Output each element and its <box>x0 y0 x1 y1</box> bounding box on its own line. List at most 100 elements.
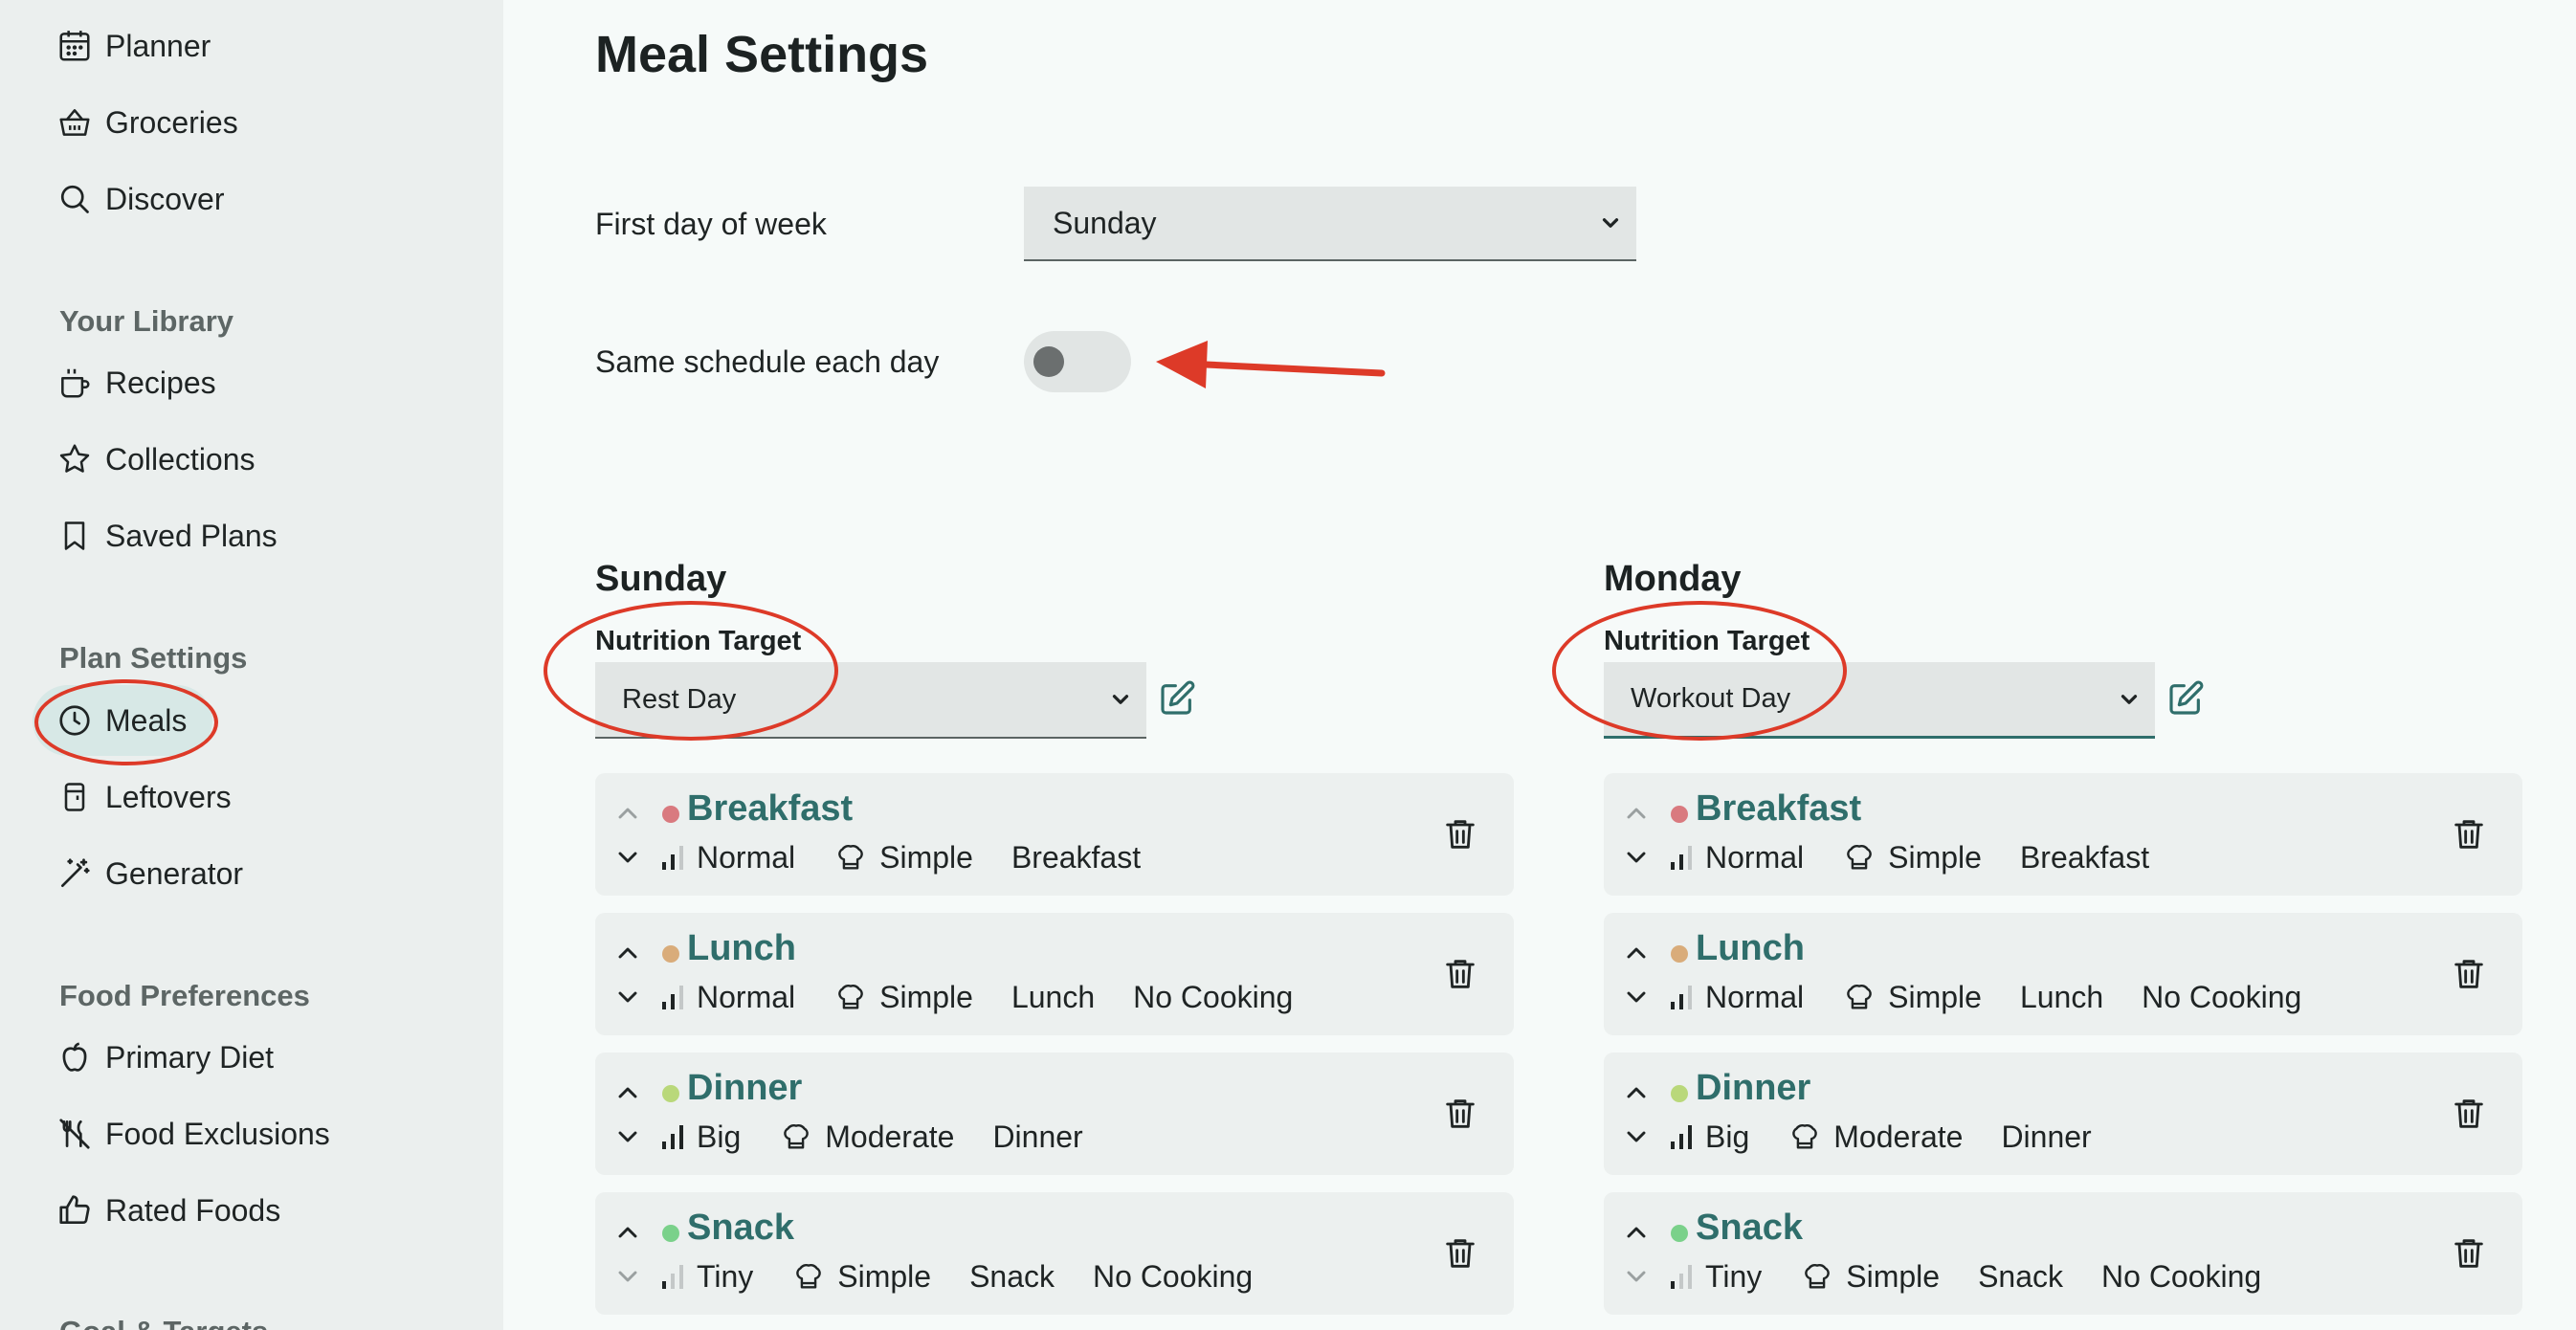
move-up-icon[interactable] <box>1621 1217 1652 1248</box>
meal-name[interactable]: Breakfast <box>1696 788 1861 830</box>
complexity-tag[interactable]: Simple <box>833 840 973 876</box>
meal-type-tag[interactable]: Dinner <box>992 1119 1082 1155</box>
complexity-tag[interactable]: Simple <box>833 980 973 1015</box>
first-day-select[interactable]: Sunday <box>1024 187 1636 261</box>
trash-icon[interactable] <box>1441 815 1479 853</box>
move-down-icon[interactable] <box>612 1261 643 1292</box>
complexity-tag[interactable]: Simple <box>1842 840 1982 876</box>
size-tag[interactable]: Big <box>660 1119 741 1155</box>
cooking-value: No Cooking <box>2142 979 2302 1014</box>
move-up-icon[interactable] <box>612 938 643 968</box>
nutrition-target-select[interactable]: Workout Day <box>1604 662 2155 739</box>
chef-hat-icon <box>779 1120 813 1153</box>
move-up-icon[interactable] <box>1621 938 1652 968</box>
trash-icon[interactable] <box>1441 1095 1479 1133</box>
section-title-plan-settings: Plan Settings <box>59 641 248 675</box>
nutrition-target-value: Rest Day <box>622 683 737 715</box>
size-tag[interactable]: Tiny <box>660 1259 753 1295</box>
meal-name[interactable]: Breakfast <box>687 788 853 830</box>
sidebar-item-discover[interactable]: Discover <box>56 170 224 228</box>
edit-icon[interactable] <box>2166 679 2209 721</box>
move-down-icon[interactable] <box>1621 1261 1652 1292</box>
meal-tags: Normal Simple Lunch No Cooking <box>660 978 1331 1016</box>
cooking-tag[interactable]: No Cooking <box>2101 1259 2261 1295</box>
same-schedule-toggle[interactable] <box>1024 331 1131 392</box>
trash-icon[interactable] <box>2450 815 2488 853</box>
move-down-icon[interactable] <box>1621 1121 1652 1152</box>
signal-bars-icon <box>660 1122 685 1151</box>
sidebar-item-recipes[interactable]: Recipes <box>56 354 216 411</box>
complexity-tag[interactable]: Simple <box>791 1259 931 1295</box>
meal-type-tag[interactable]: Lunch <box>2020 980 2103 1015</box>
meal-tags: Tiny Simple Snack No Cooking <box>1669 1257 2299 1296</box>
sidebar-item-groceries[interactable]: Groceries <box>56 94 238 151</box>
sidebar: Planner Groceries Discover Your Library … <box>0 0 503 1330</box>
meal-type-tag[interactable]: Snack <box>1978 1259 2063 1295</box>
size-tag[interactable]: Big <box>1669 1119 1749 1155</box>
container-icon <box>56 778 94 816</box>
size-tag[interactable]: Tiny <box>1669 1259 1762 1295</box>
meal-type-tag[interactable]: Lunch <box>1011 980 1095 1015</box>
meal-color-dot <box>662 945 679 963</box>
sidebar-item-food-exclusions[interactable]: Food Exclusions <box>56 1105 330 1163</box>
move-down-icon[interactable] <box>612 842 643 873</box>
nutrition-target-select[interactable]: Rest Day <box>595 662 1146 739</box>
calendar-icon <box>56 27 94 65</box>
move-up-icon[interactable] <box>612 1077 643 1108</box>
meal-name[interactable]: Lunch <box>1696 928 1805 969</box>
cooking-tag[interactable]: No Cooking <box>1093 1259 1253 1295</box>
move-down-icon[interactable] <box>1621 982 1652 1012</box>
sidebar-item-primary-diet[interactable]: Primary Diet <box>56 1029 274 1086</box>
sidebar-item-collections[interactable]: Collections <box>56 431 255 488</box>
complexity-tag[interactable]: Simple <box>1800 1259 1940 1295</box>
meal-type-tag[interactable]: Breakfast <box>2020 840 2149 876</box>
edit-icon[interactable] <box>1158 679 1200 721</box>
meal-name[interactable]: Snack <box>1696 1208 1803 1249</box>
move-up-icon[interactable] <box>1621 798 1652 829</box>
cooking-tag[interactable]: No Cooking <box>1133 980 1293 1015</box>
cooking-value: No Cooking <box>1133 979 1294 1014</box>
meal-type-tag[interactable]: Snack <box>969 1259 1055 1295</box>
complexity-tag[interactable]: Moderate <box>1788 1119 1963 1155</box>
size-tag[interactable]: Normal <box>660 980 795 1015</box>
sidebar-item-meals[interactable]: Meals <box>56 692 187 749</box>
meal-name[interactable]: Dinner <box>1696 1068 1810 1109</box>
meal-name[interactable]: Snack <box>687 1208 794 1249</box>
sidebar-item-generator[interactable]: Generator <box>56 845 243 902</box>
cooking-tag[interactable]: No Cooking <box>2142 980 2301 1015</box>
complexity-value: Simple <box>1888 979 1982 1014</box>
meal-color-dot <box>1671 806 1688 823</box>
size-tag[interactable]: Normal <box>1669 840 1804 876</box>
move-down-icon[interactable] <box>1621 842 1652 873</box>
signal-bars-icon <box>1669 1262 1694 1291</box>
meal-type-value: Snack <box>969 1258 1055 1294</box>
meal-name[interactable]: Dinner <box>687 1068 802 1109</box>
trash-icon[interactable] <box>1441 1234 1479 1273</box>
basket-icon <box>56 103 94 142</box>
move-up-icon[interactable] <box>1621 1077 1652 1108</box>
trash-icon[interactable] <box>2450 1234 2488 1273</box>
meal-type-tag[interactable]: Breakfast <box>1011 840 1141 876</box>
sidebar-item-leftovers[interactable]: Leftovers <box>56 768 232 826</box>
first-day-value: Sunday <box>1053 205 1157 240</box>
sidebar-item-saved-plans[interactable]: Saved Plans <box>56 507 278 565</box>
sidebar-item-planner[interactable]: Planner <box>56 17 211 75</box>
complexity-value: Moderate <box>1833 1119 1964 1154</box>
size-tag[interactable]: Normal <box>660 840 795 876</box>
nutrition-target-value: Workout Day <box>1631 683 1791 714</box>
complexity-tag[interactable]: Moderate <box>779 1119 954 1155</box>
move-up-icon[interactable] <box>612 1217 643 1248</box>
trash-icon[interactable] <box>2450 955 2488 993</box>
complexity-tag[interactable]: Simple <box>1842 980 1982 1015</box>
move-up-icon[interactable] <box>612 798 643 829</box>
sidebar-item-label: Collections <box>105 441 255 477</box>
meal-type-tag[interactable]: Dinner <box>2001 1119 2091 1155</box>
meal-name[interactable]: Lunch <box>687 928 796 969</box>
trash-icon[interactable] <box>1441 955 1479 993</box>
sidebar-item-label: Recipes <box>105 365 216 400</box>
size-tag[interactable]: Normal <box>1669 980 1804 1015</box>
move-down-icon[interactable] <box>612 982 643 1012</box>
trash-icon[interactable] <box>2450 1095 2488 1133</box>
sidebar-item-rated-foods[interactable]: Rated Foods <box>56 1182 280 1239</box>
move-down-icon[interactable] <box>612 1121 643 1152</box>
